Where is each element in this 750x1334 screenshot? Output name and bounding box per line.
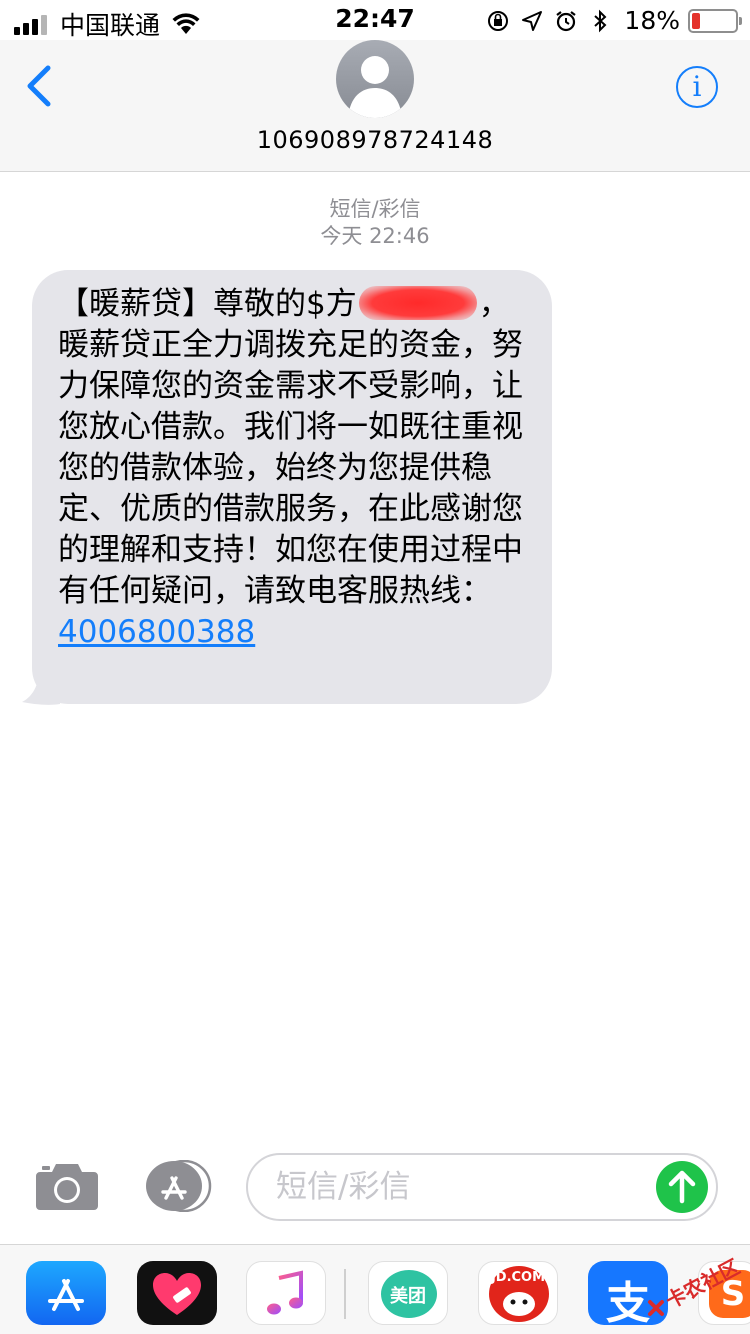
up-arrow-icon	[668, 1170, 696, 1204]
meituan-label: 美团	[390, 1286, 426, 1307]
app-drawer-divider	[344, 1269, 346, 1319]
battery-icon	[688, 8, 742, 33]
bluetooth-icon	[594, 9, 607, 32]
message-text-after: ，暖薪贷正全力调拨充足的资金，努力保障您的资金需求不受影响，让您放心借款。我们将…	[58, 286, 523, 609]
jd-dog-icon	[503, 1292, 535, 1316]
jd-app-icon[interactable]: JD.COM	[478, 1261, 558, 1325]
back-chevron-icon[interactable]	[22, 64, 54, 108]
rotation-lock-icon	[488, 10, 509, 31]
contact-number[interactable]: 106908978724148	[0, 126, 750, 154]
message-timestamp: 今天 22:46	[320, 224, 430, 248]
conversation-header: 106908978724148 i	[0, 40, 750, 172]
imessage-app-drawer: 美团 JD.COM 支 S	[0, 1244, 750, 1334]
status-right: 18%	[476, 6, 742, 35]
redaction-mark	[358, 286, 477, 320]
composer-row	[0, 1148, 750, 1230]
watermark-logo: 卡农社区	[644, 1240, 744, 1320]
meituan-app-icon[interactable]: 美团	[368, 1261, 448, 1325]
message-input-field[interactable]	[246, 1153, 718, 1221]
message-type-label: 短信/彩信	[329, 197, 421, 221]
app-store-drawer-icon[interactable]	[140, 1160, 212, 1212]
person-silhouette-icon	[348, 56, 402, 118]
music-app-icon[interactable]	[246, 1261, 326, 1325]
status-bar: 中国联通 22:47 18%	[0, 0, 750, 40]
location-arrow-icon	[522, 10, 543, 31]
alarm-clock-icon	[556, 10, 577, 31]
phone-number-link[interactable]: 4006800388	[58, 614, 255, 650]
message-text-before: 【暖薪贷】尊敬的$	[58, 286, 326, 322]
app-store-icon	[48, 1279, 84, 1311]
camera-icon[interactable]	[34, 1160, 100, 1212]
heart-app-icon[interactable]	[137, 1261, 217, 1325]
music-note-icon	[267, 1270, 303, 1315]
battery-percent: 18%	[624, 6, 680, 35]
app-store-app-icon[interactable]	[26, 1261, 106, 1325]
incoming-message-bubble[interactable]: 【暖薪贷】尊敬的$方 ，暖薪贷正全力调拨充足的资金，努力保障您的资金需求不受影响，…	[32, 270, 552, 704]
heart-icon	[153, 1273, 201, 1315]
message-text: 【暖薪贷】尊敬的$方 ，暖薪贷正全力调拨充足的资金，努力保障您的资金需求不受影响，…	[58, 284, 526, 653]
message-redacted-char: 方	[325, 286, 357, 322]
battery-level-fill	[692, 12, 700, 29]
message-meta: 短信/彩信 今天 22:46	[0, 196, 750, 250]
info-button[interactable]: i	[676, 66, 718, 108]
send-button[interactable]	[656, 1161, 708, 1213]
contact-avatar[interactable]	[336, 40, 414, 118]
message-input[interactable]	[274, 1163, 634, 1211]
